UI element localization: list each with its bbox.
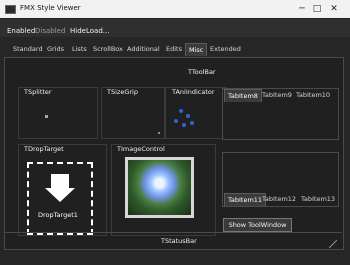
image-control[interactable] bbox=[125, 157, 194, 218]
download-arrow-icon bbox=[51, 174, 69, 188]
tab-lists[interactable]: Lists bbox=[72, 45, 87, 53]
status-bar: TStatusBar bbox=[4, 232, 342, 251]
tabcontrol-bottom: TabItem11 TabItem12 TabItem13 bbox=[222, 152, 339, 207]
splitter-title: TSplitter bbox=[24, 88, 52, 96]
ani-indicator-dot bbox=[186, 114, 190, 118]
disabled-menu-item[interactable]: Disabled bbox=[35, 27, 65, 35]
app-icon bbox=[5, 5, 16, 14]
ani-indicator-dot bbox=[179, 109, 183, 113]
hide-menu-item[interactable]: Hide bbox=[70, 27, 86, 35]
window-title: FMX Style Viewer bbox=[20, 4, 81, 12]
aniindicator-group: TAniIndicator bbox=[165, 87, 227, 139]
download-arrow-icon bbox=[45, 188, 75, 202]
load-menu-item[interactable]: Load... bbox=[86, 27, 109, 35]
tab-item-8[interactable]: TabItem8 bbox=[224, 89, 262, 102]
ani-indicator-dot bbox=[190, 121, 194, 125]
tab-item-10[interactable]: TabItem10 bbox=[296, 91, 330, 99]
tab-item-13[interactable]: TabItem13 bbox=[301, 195, 335, 203]
tab-grids[interactable]: Grids bbox=[47, 45, 64, 53]
drop-target-area[interactable]: DropTarget1 bbox=[27, 162, 93, 235]
droptarget-title: TDropTarget bbox=[24, 145, 64, 153]
close-button[interactable]: ✕ bbox=[323, 2, 345, 16]
tab-standard[interactable]: Standard bbox=[13, 45, 43, 53]
splitter-handle[interactable] bbox=[45, 115, 48, 118]
size-grip-icon[interactable] bbox=[158, 132, 160, 134]
tab-item-11[interactable]: TabItem11 bbox=[224, 193, 267, 206]
tab-item-9[interactable]: TabItem9 bbox=[262, 91, 292, 99]
tab-edits[interactable]: Edits bbox=[166, 45, 182, 53]
resize-grip-icon[interactable] bbox=[329, 240, 337, 248]
main-toolbar: Enabled Disabled Hide Load... bbox=[0, 19, 350, 37]
tab-misc[interactable]: Misc bbox=[185, 43, 208, 56]
status-bar-label: TStatusBar bbox=[161, 237, 197, 245]
app-window: FMX Style Viewer ─ □ ✕ Enabled Disabled … bbox=[0, 0, 350, 265]
drop-target-label: DropTarget1 bbox=[38, 211, 78, 219]
aniindicator-title: TAniIndicator bbox=[172, 88, 215, 96]
ani-indicator-dot bbox=[182, 123, 186, 127]
imagecontrol-title: TImageControl bbox=[117, 145, 165, 153]
tab-scrollbox[interactable]: ScrollBox bbox=[93, 45, 123, 53]
show-toolwindow-button[interactable]: Show ToolWindow bbox=[223, 218, 292, 232]
tab-item-12[interactable]: TabItem12 bbox=[262, 195, 296, 203]
title-bar: FMX Style Viewer ─ □ ✕ bbox=[0, 0, 350, 18]
tab-extended[interactable]: Extended bbox=[210, 45, 241, 53]
ani-indicator-dot bbox=[174, 119, 178, 123]
toolbar-label: TToolBar bbox=[188, 68, 216, 76]
tab-additional[interactable]: Additional bbox=[127, 45, 160, 53]
sizegrip-group: TSizeGrip bbox=[101, 87, 165, 139]
splitter-group: TSplitter bbox=[18, 87, 98, 139]
hydrangea-image bbox=[128, 160, 191, 215]
enabled-menu-item[interactable]: Enabled bbox=[7, 27, 35, 35]
tabcontrol-top: TabItem8 TabItem9 TabItem10 bbox=[222, 88, 339, 140]
sizegrip-title: TSizeGrip bbox=[107, 88, 138, 96]
